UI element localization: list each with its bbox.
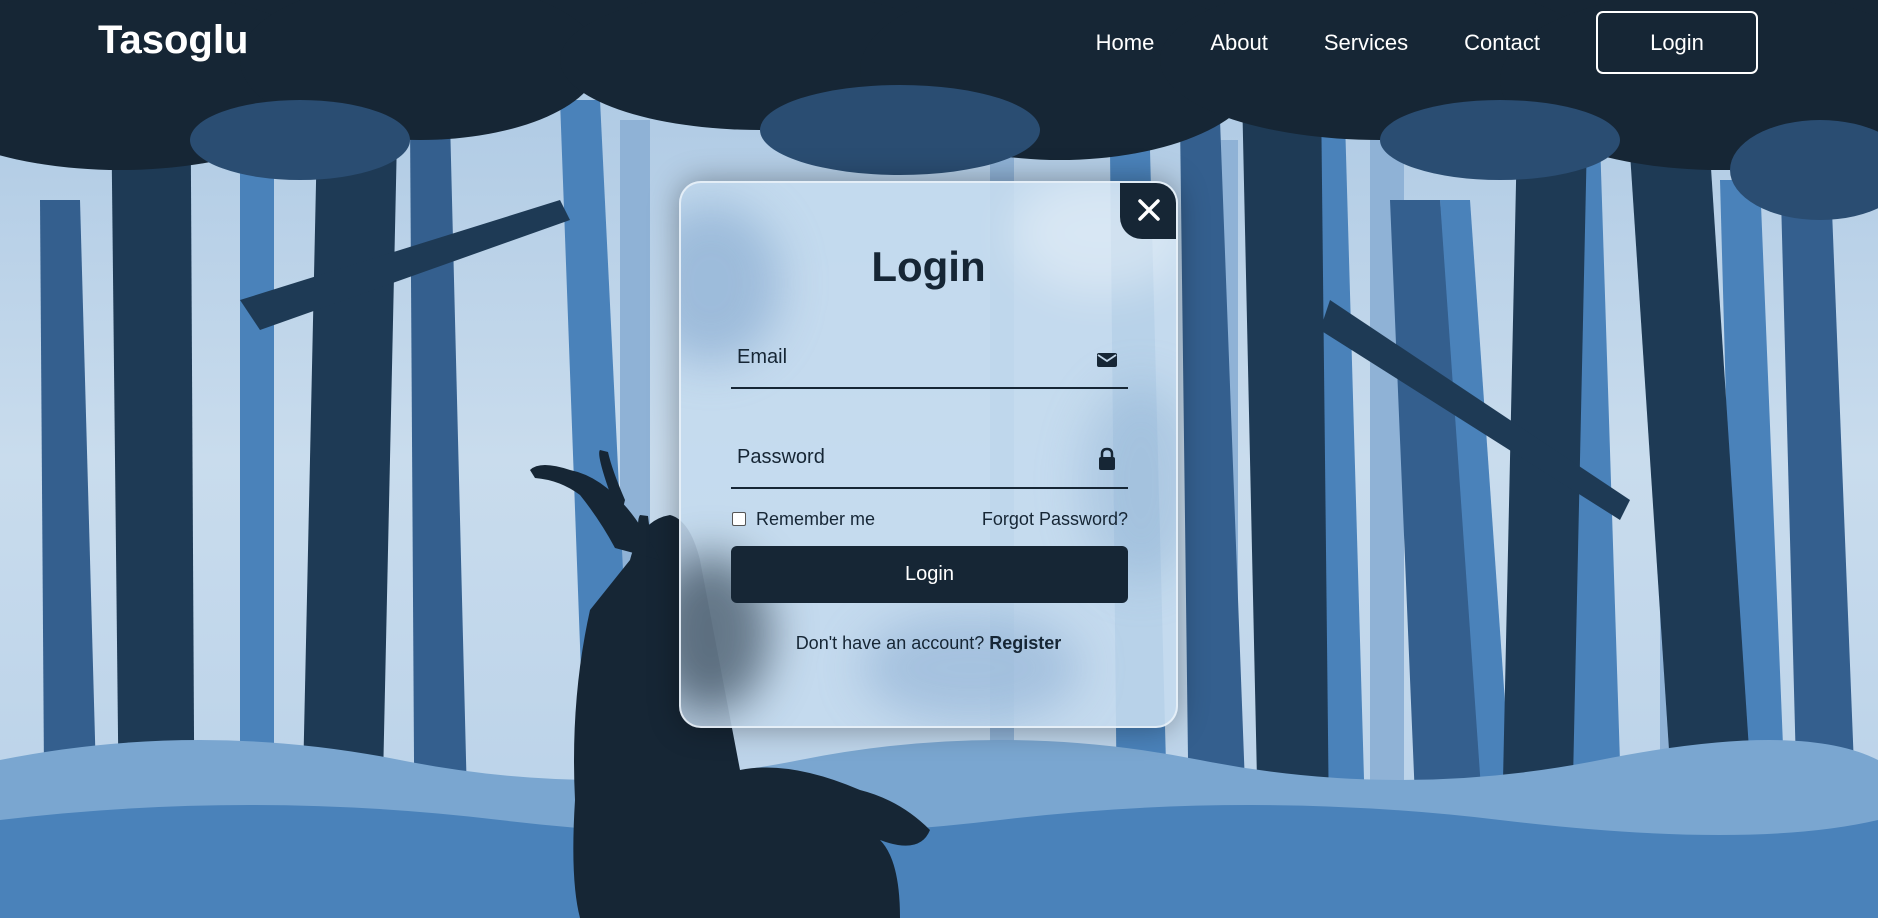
password-field	[731, 427, 1128, 489]
register-link[interactable]: Register	[989, 633, 1061, 653]
password-input[interactable]	[731, 427, 1128, 487]
nav-about-link[interactable]: About	[1210, 30, 1268, 56]
close-icon	[1138, 199, 1160, 221]
login-options-row: Remember me Forgot Password?	[731, 507, 1128, 531]
nav-contact-link[interactable]: Contact	[1464, 30, 1540, 56]
login-submit-button[interactable]: Login	[731, 546, 1128, 603]
envelope-icon	[1097, 353, 1117, 367]
forgot-password-link[interactable]: Forgot Password?	[982, 509, 1128, 530]
lock-icon	[1099, 447, 1115, 470]
site-header: Tasoglu Home About Services Contact Logi…	[0, 0, 1878, 84]
main-nav: Home About Services Contact Login	[1096, 11, 1758, 74]
remember-me[interactable]: Remember me	[731, 509, 875, 530]
login-modal: Login Remember me Forgot Password? Login…	[679, 181, 1178, 728]
register-row: Don't have an account? Register	[681, 633, 1176, 654]
register-prompt: Don't have an account?	[795, 633, 990, 653]
header-login-button[interactable]: Login	[1596, 11, 1758, 74]
modal-title: Login	[871, 243, 986, 290]
email-field	[731, 327, 1128, 389]
close-button[interactable]	[1120, 183, 1176, 239]
modal-glass-shade	[861, 613, 1081, 723]
email-input[interactable]	[731, 327, 1128, 387]
remember-me-label: Remember me	[756, 508, 876, 529]
nav-services-link[interactable]: Services	[1324, 30, 1408, 56]
remember-me-checkbox[interactable]	[732, 512, 746, 526]
nav-home-link[interactable]: Home	[1096, 30, 1155, 56]
brand-logo[interactable]: Tasoglu	[98, 18, 248, 63]
